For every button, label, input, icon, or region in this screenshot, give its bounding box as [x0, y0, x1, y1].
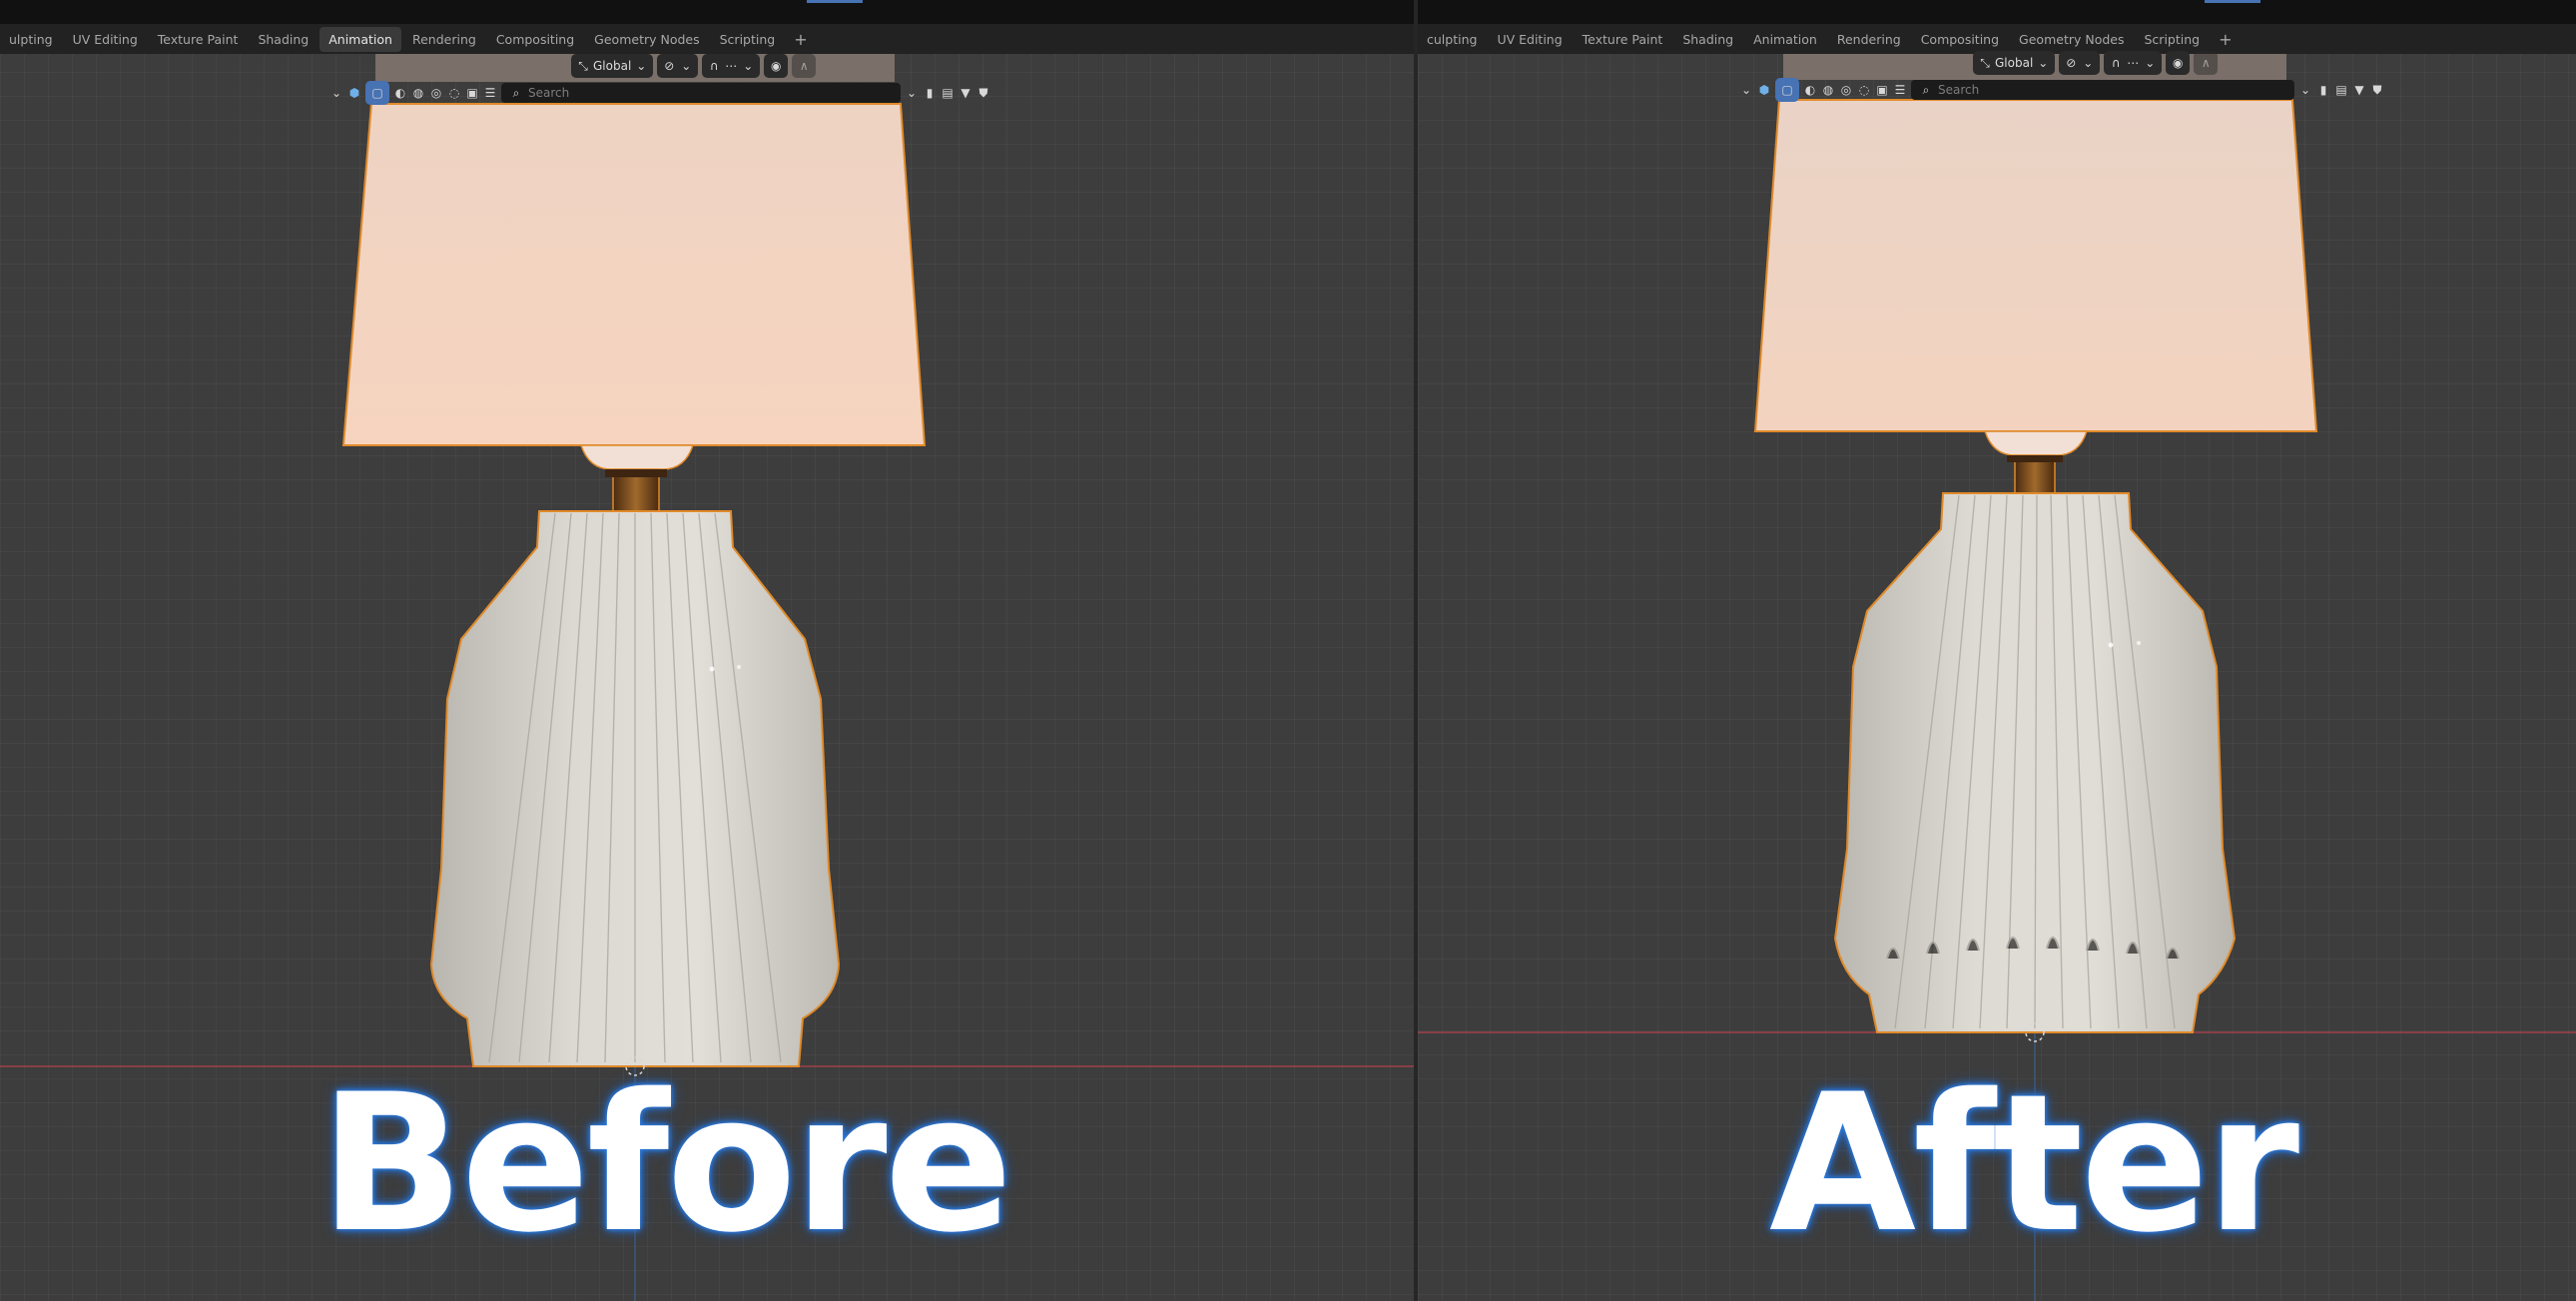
filter-icon[interactable]: ▼	[959, 86, 972, 100]
chevron-down-icon: ⌄	[636, 59, 647, 73]
bookmark-icon[interactable]: ▮	[923, 86, 937, 100]
search-field[interactable]: ⌕ Search	[501, 83, 901, 103]
caption-before: Before	[320, 1053, 1012, 1274]
magnet-icon: ∩	[709, 59, 719, 73]
select-mode-button[interactable]: ▢	[365, 81, 389, 105]
shading-solid-icon[interactable]: ◐	[1803, 83, 1817, 97]
outliner-header-right: ⌄ ⬢ ▢ ◐ ◍ ◎ ◌ ▣ ☰ ⌕ Search ⌄ ▮ ▤ ▼ ⛊	[1739, 77, 2384, 103]
neck-collar	[2007, 455, 2063, 462]
chevron-down-icon[interactable]: ⌄	[905, 86, 919, 100]
chevron-down-icon: ⌄	[2145, 56, 2156, 70]
falloff-dropdown[interactable]: ∧	[792, 54, 817, 78]
pivot-dropdown[interactable]: ⊘ ⌄	[657, 54, 699, 78]
chevron-down-icon: ⌄	[2038, 56, 2049, 70]
select-mode-button[interactable]: ▢	[1775, 78, 1799, 102]
overlay-icon[interactable]: ◌	[1857, 83, 1871, 97]
light-icon[interactable]: ☰	[483, 86, 497, 100]
display-mode-icon[interactable]: ▤	[941, 86, 955, 100]
magnet-icon: ∩	[2111, 56, 2121, 70]
chevron-down-icon[interactable]: ⌄	[1739, 83, 1753, 97]
outliner-header-left: ⌄ ⬢ ▢ ◐ ◍ ◎ ◌ ▣ ☰ ⌕ Search ⌄ ▮ ▤ ▼ ⛊	[329, 80, 990, 106]
camera-icon[interactable]: ▣	[465, 86, 479, 100]
display-mode-icon[interactable]: ▤	[2334, 83, 2348, 97]
viewport-before[interactable]: ulpting UV Editing Texture Paint Shading Ani…	[0, 0, 1414, 1301]
pivot-icon: ⊘	[2066, 56, 2077, 70]
search-field[interactable]: ⌕ Search	[1911, 80, 2294, 100]
select-box-icon: ▢	[1781, 83, 1793, 97]
orientation-dropdown[interactable]: ⤡ Global ⌄	[571, 54, 654, 78]
scene-icon[interactable]: ⬢	[1757, 83, 1771, 97]
shading-render-icon[interactable]: ◎	[1839, 83, 1853, 97]
bulb-cap	[1983, 430, 2089, 456]
lampshade	[1753, 99, 2318, 432]
axes-icon: ⤡	[578, 59, 588, 73]
camera-icon[interactable]: ▣	[1875, 83, 1889, 97]
shield-icon[interactable]: ⛊	[976, 86, 990, 100]
falloff-icon: ∧	[2201, 56, 2211, 70]
light-icon[interactable]: ☰	[1893, 83, 1907, 97]
transform-header-left: ⤡ Global ⌄ ⊘ ⌄ ∩ ⋯ ⌄ ◉ ∧	[571, 53, 817, 79]
proportional-toggle[interactable]: ◉	[764, 54, 789, 78]
proportional-toggle[interactable]: ◉	[2166, 51, 2191, 75]
overlay-icon[interactable]: ◌	[447, 86, 461, 100]
transform-header-right: ⤡ Global ⌄ ⊘ ⌄ ∩ ⋯ ⌄ ◉ ∧	[1973, 50, 2219, 76]
shading-render-icon[interactable]: ◎	[429, 86, 443, 100]
snap-grid-icon: ⋯	[725, 59, 738, 73]
shading-material-icon[interactable]: ◍	[411, 86, 425, 100]
snap-grid-icon: ⋯	[2127, 56, 2140, 70]
select-box-icon: ▢	[371, 86, 383, 100]
chevron-down-icon[interactable]: ⌄	[329, 86, 343, 100]
chevron-down-icon: ⌄	[2083, 56, 2094, 70]
chevron-down-icon: ⌄	[743, 59, 754, 73]
neck-collar	[605, 469, 667, 477]
orientation-dropdown[interactable]: ⤡ Global ⌄	[1973, 51, 2056, 75]
proportional-edit-icon: ◉	[771, 59, 782, 73]
proportional-edit-icon: ◉	[2173, 56, 2184, 70]
chevron-down-icon: ⌄	[681, 59, 692, 73]
filter-icon[interactable]: ▼	[2352, 83, 2366, 97]
search-icon: ⌕	[512, 86, 520, 100]
snap-toggle[interactable]: ∩ ⋯ ⌄	[702, 54, 761, 78]
snap-toggle[interactable]: ∩ ⋯ ⌄	[2104, 51, 2163, 75]
pivot-icon: ⊘	[664, 59, 675, 73]
bookmark-icon[interactable]: ▮	[2316, 83, 2330, 97]
scene-icon[interactable]: ⬢	[347, 86, 361, 100]
viewport-after[interactable]: culpting UV Editing Texture Paint Shading An…	[1418, 0, 2576, 1301]
pivot-dropdown[interactable]: ⊘ ⌄	[2059, 51, 2101, 75]
falloff-dropdown[interactable]: ∧	[2194, 51, 2219, 75]
chevron-down-icon[interactable]: ⌄	[2298, 83, 2312, 97]
search-icon: ⌕	[1922, 83, 1930, 97]
axes-icon: ⤡	[1980, 56, 1990, 70]
caption-after: After	[1769, 1053, 2299, 1274]
shield-icon[interactable]: ⛊	[2370, 83, 2384, 97]
shading-solid-icon[interactable]: ◐	[393, 86, 407, 100]
lampshade	[341, 103, 927, 446]
bulb-cap	[579, 444, 695, 470]
shading-material-icon[interactable]: ◍	[1821, 83, 1835, 97]
falloff-icon: ∧	[799, 59, 809, 73]
